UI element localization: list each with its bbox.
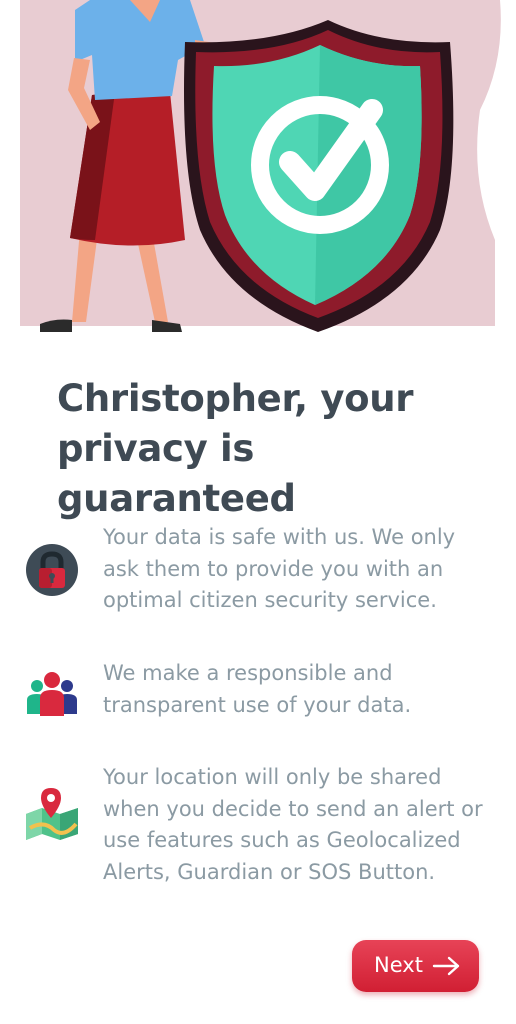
privacy-illustration: [20, 0, 501, 332]
page-title: Christopher, your privacy is guaranteed: [57, 377, 414, 520]
privacy-point-text: Your data is safe with us. We only ask t…: [103, 525, 456, 612]
privacy-point-text: Your location will only be shared when y…: [103, 765, 483, 884]
people-group-icon: [27, 672, 77, 716]
next-button-label: Next: [374, 953, 423, 977]
next-button[interactable]: Next: [352, 940, 479, 992]
padlock-icon: [26, 544, 78, 596]
arrow-right-icon: [432, 956, 460, 976]
privacy-point-text: We make a responsible and transparent us…: [103, 661, 412, 717]
map-pin-icon: [26, 788, 78, 840]
